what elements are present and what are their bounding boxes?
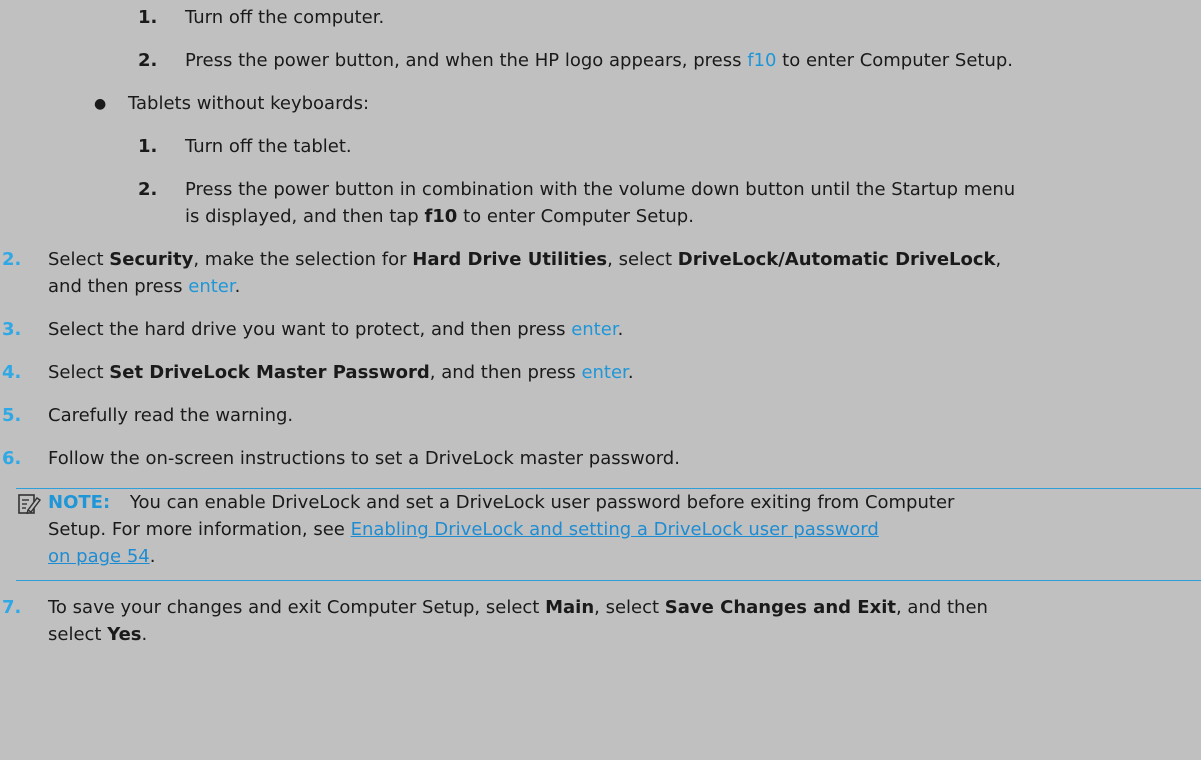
main-step-2-line2: and then press enter. xyxy=(48,276,241,297)
note-bottom-rule xyxy=(16,580,1201,581)
step-number: 5. xyxy=(2,405,22,426)
page-54-link[interactable]: on page 54 xyxy=(48,546,150,567)
key-enter: enter xyxy=(581,362,628,383)
note-pencil-icon xyxy=(16,491,42,517)
key-enter: enter xyxy=(571,319,618,340)
note-top-rule xyxy=(16,488,1201,489)
bullet-icon: ● xyxy=(94,96,107,112)
step-text-line1: Press the power button in combination wi… xyxy=(185,179,1016,200)
key-f10: f10 xyxy=(747,50,777,71)
step-number: 6. xyxy=(2,448,22,469)
step-text: Turn off the tablet. xyxy=(185,136,352,157)
step-text: Carefully read the warning. xyxy=(48,405,294,426)
step-text: Press the power button, and when the HP … xyxy=(185,50,1014,71)
document-page: 1. Turn off the computer. 2. Press the p… xyxy=(0,0,1201,760)
note-line-1: NOTE: You can enable DriveLock and set a… xyxy=(48,492,955,513)
key-enter: enter xyxy=(188,276,235,297)
step-number: 7. xyxy=(2,597,22,618)
key-f10: f10 xyxy=(424,206,458,227)
note-line-2: Setup. For more information, see Enablin… xyxy=(48,519,879,540)
note-label: NOTE: xyxy=(48,492,111,513)
step-text: Select Set DriveLock Master Password, an… xyxy=(48,362,634,383)
step-text: Follow the on-screen instructions to set… xyxy=(48,448,680,469)
step-number: 2. xyxy=(138,179,158,200)
step-text-line1: Select Security, make the selection for … xyxy=(48,249,1002,270)
main-step-7-line2: select Yes. xyxy=(48,624,148,645)
step-number: 1. xyxy=(138,136,158,157)
step-number: 4. xyxy=(2,362,22,383)
step-number: 3. xyxy=(2,319,22,340)
step-text: Select the hard drive you want to protec… xyxy=(48,319,624,340)
enabling-drivelock-link[interactable]: Enabling DriveLock and setting a DriveLo… xyxy=(351,519,879,540)
step-text: Turn off the computer. xyxy=(185,7,385,28)
step-number: 2. xyxy=(138,50,158,71)
step-number: 2. xyxy=(2,249,22,270)
note-line-3: on page 54. xyxy=(48,546,156,567)
step-text-line1: To save your changes and exit Computer S… xyxy=(48,597,988,618)
bullet-text: Tablets without keyboards: xyxy=(128,93,370,114)
tablet-step-2-line2: is displayed, and then tap f10 to enter … xyxy=(185,206,694,227)
step-number: 1. xyxy=(138,7,158,28)
